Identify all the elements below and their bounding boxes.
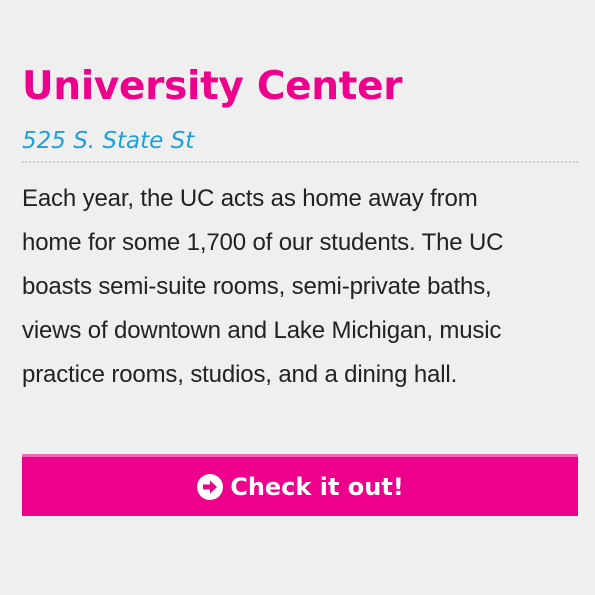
dotted-divider (22, 161, 578, 163)
description-paragraph: Each year, the UC acts as home away from… (22, 177, 578, 397)
check-it-out-label: Check it out! (230, 472, 404, 501)
address-link[interactable]: 525 S. State St (22, 126, 578, 156)
description-line: boasts semi-suite rooms, semi-private ba… (22, 273, 492, 300)
check-it-out-button[interactable]: Check it out! (22, 454, 578, 516)
description-line: practice rooms, studios, and a dining ha… (22, 361, 458, 388)
page-title: University Center (22, 64, 403, 109)
residence-hall-card: University Center 525 S. State St Each y… (22, 58, 578, 397)
arrow-circle-right-icon (196, 473, 224, 501)
description-line: Each year, the UC acts as home away from (22, 185, 478, 212)
description-line: home for some 1,700 of our students. The… (22, 229, 504, 256)
description-line: views of downtown and Lake Michigan, mus… (22, 317, 502, 344)
cut-off-previous-content: · · · · · · · · · · · · · · (0, 0, 595, 4)
